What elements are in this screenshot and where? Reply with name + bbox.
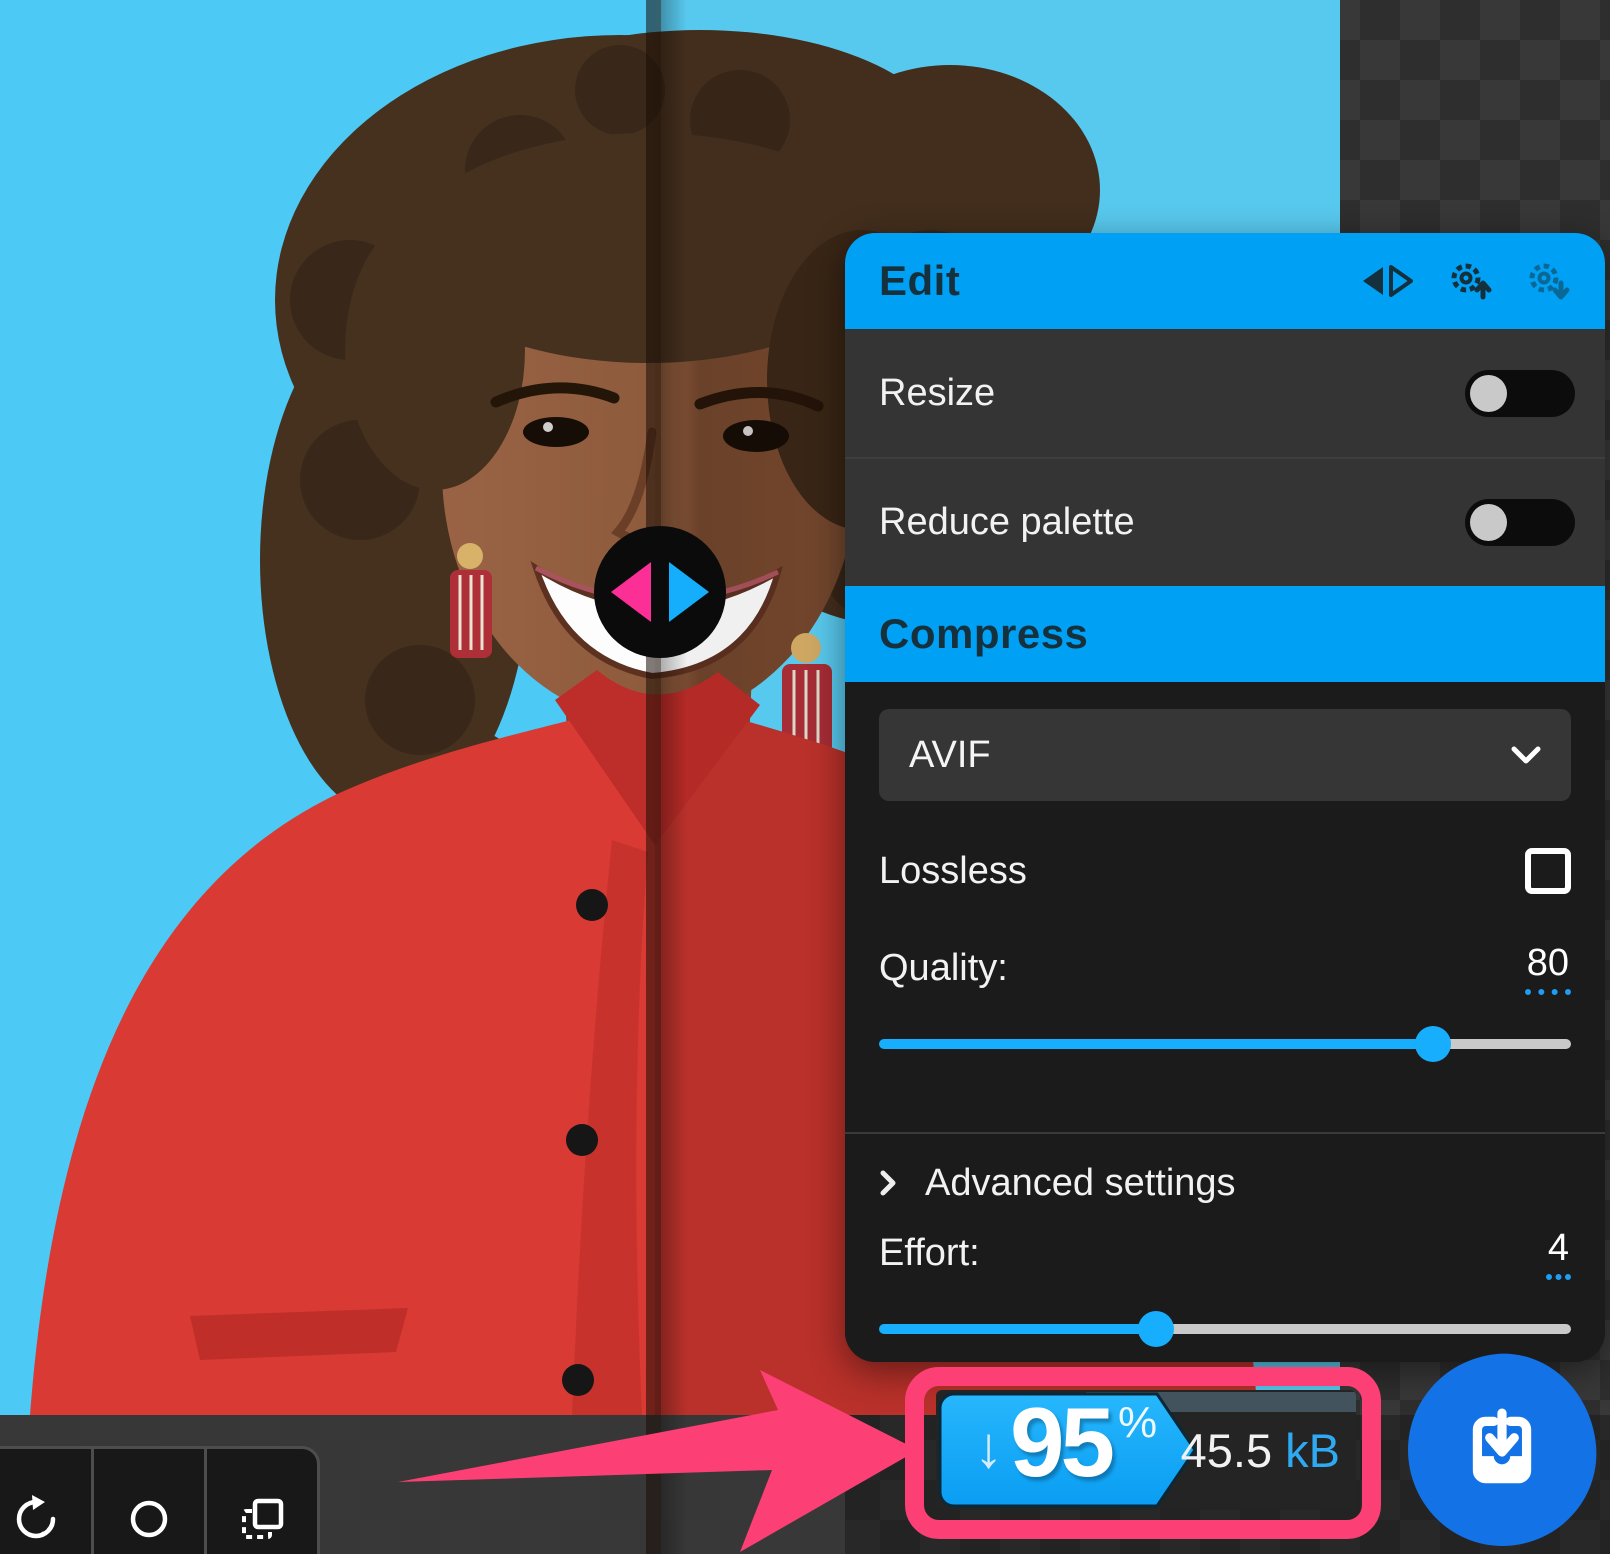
section-divider [845, 1132, 1605, 1134]
effort-slider-track[interactable] [879, 1324, 1571, 1334]
quality-row: Quality: 80 [879, 945, 1571, 991]
lossless-label: Lossless [879, 850, 1027, 893]
file-size: 45.5 kB [1181, 1390, 1340, 1510]
original-scale-button[interactable] [91, 1449, 204, 1554]
percent-sign: % [1118, 1398, 1157, 1448]
copy-image-button[interactable] [204, 1449, 317, 1554]
compress-body: AVIF Lossless Quality: 80 [845, 709, 1605, 1347]
effort-value[interactable]: 4 [1546, 1227, 1571, 1280]
quality-slider-track[interactable] [879, 1039, 1571, 1049]
reduce-palette-toggle[interactable] [1465, 499, 1575, 546]
resize-toggle[interactable] [1465, 370, 1575, 417]
file-size-value: 45.5 [1181, 1423, 1272, 1478]
rotate-icon [12, 1495, 60, 1543]
lossless-checkbox[interactable] [1525, 848, 1571, 894]
rotate-button[interactable] [0, 1449, 91, 1554]
triangle-right-icon [669, 562, 709, 622]
quality-label: Quality: [879, 947, 1008, 990]
effort-slider-thumb[interactable] [1138, 1311, 1174, 1347]
lossless-row: Lossless [879, 847, 1571, 895]
effort-slider[interactable] [879, 1311, 1571, 1347]
toggle-knob [1470, 375, 1507, 412]
compare-slider-handle[interactable] [594, 526, 726, 658]
compress-section-header: Compress [845, 586, 1605, 682]
quality-slider-thumb[interactable] [1415, 1026, 1451, 1062]
advanced-settings-label: Advanced settings [925, 1162, 1236, 1205]
savings-percent: 95 [1010, 1390, 1111, 1499]
edit-section-header: Edit [845, 233, 1605, 329]
down-arrow-icon: ↓ [974, 1414, 1003, 1481]
reduce-palette-label: Reduce palette [879, 501, 1135, 544]
resize-label: Resize [879, 372, 995, 415]
original-scale-circle-icon [125, 1495, 173, 1543]
codec-selected-value: AVIF [909, 734, 991, 777]
chevron-right-icon [879, 1169, 899, 1197]
edit-header-icons [1359, 259, 1571, 303]
compare-divider[interactable] [646, 0, 661, 1554]
effort-label: Effort: [879, 1232, 980, 1275]
copy-image-icon [238, 1495, 286, 1543]
compare-icon[interactable] [1359, 259, 1415, 303]
quality-value[interactable]: 80 [1525, 942, 1571, 995]
file-size-unit: kB [1285, 1423, 1340, 1478]
edit-title: Edit [879, 257, 960, 305]
toggle-knob [1470, 504, 1507, 541]
gear-down-export-icon[interactable] [1525, 259, 1571, 303]
advanced-settings-expander[interactable]: Advanced settings [879, 1160, 1571, 1206]
annotation-highlight-box: ↓ 95 % 45.5 kB [905, 1367, 1381, 1539]
chevron-down-icon [1511, 746, 1541, 764]
quality-slider[interactable] [879, 1026, 1571, 1062]
compress-title: Compress [879, 610, 1088, 658]
download-icon [1459, 1407, 1545, 1493]
compression-results-widget: ↓ 95 % 45.5 kB [936, 1390, 1356, 1510]
viewer-toolbar [0, 1446, 320, 1554]
gear-up-import-icon[interactable] [1447, 259, 1493, 303]
codec-select[interactable]: AVIF [879, 709, 1571, 801]
effort-row: Effort: 4 [879, 1230, 1571, 1276]
annotation-arrow [380, 1340, 940, 1554]
triangle-left-icon [611, 562, 651, 622]
reduce-palette-row: Reduce palette [845, 459, 1605, 586]
resize-row: Resize [845, 329, 1605, 457]
squoosh-app: Edit Resize [0, 0, 1610, 1554]
settings-panel: Edit Resize [845, 233, 1605, 1362]
